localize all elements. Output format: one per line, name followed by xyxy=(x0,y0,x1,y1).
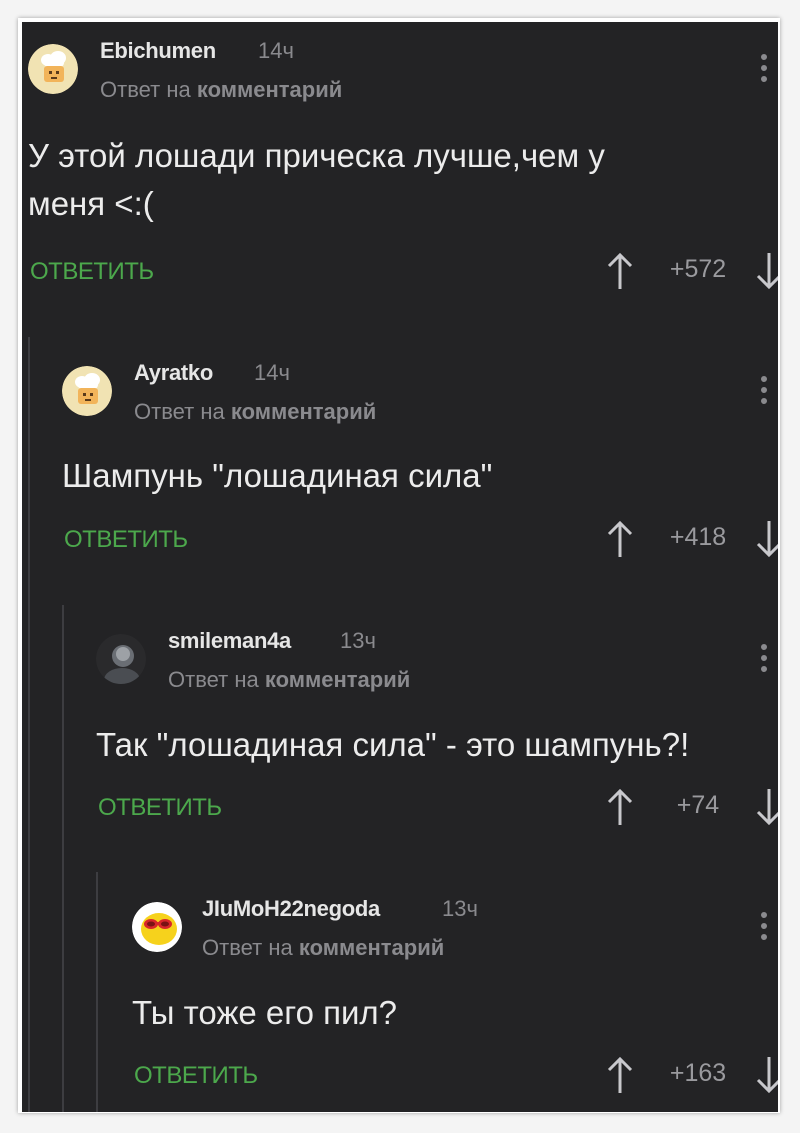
downvote-arrow-icon[interactable] xyxy=(756,787,778,827)
reply-context-prefix: Ответ на xyxy=(100,77,191,102)
vote-control: +163 xyxy=(607,1055,778,1095)
reply-context[interactable]: Ответ на комментарий xyxy=(202,935,444,961)
username[interactable]: smileman4a xyxy=(168,628,291,654)
reply-button[interactable]: ОТВЕТИТЬ xyxy=(64,526,188,554)
comment-text: Так "лошадиная сила" - это шампунь?! xyxy=(96,721,689,769)
comment-thread: Ebichumen 14ч Ответ на комментарий У это… xyxy=(22,22,778,1112)
comment-text-line: Так "лошадиная сила" - это шампунь?! xyxy=(96,726,690,763)
vote-score: +418 xyxy=(669,523,727,551)
reply-context-target: комментарий xyxy=(264,667,411,692)
vote-score: +74 xyxy=(676,791,720,819)
comment-text-line: У этой лошади прическа лучше,чем у xyxy=(28,137,605,174)
upvote-arrow-icon[interactable] xyxy=(607,787,633,827)
reply-context-target: комментарий xyxy=(196,77,343,102)
reply-context[interactable]: Ответ на комментарий xyxy=(100,77,342,103)
comment-text: Шампунь "лошадиная сила" xyxy=(62,452,492,500)
downvote-arrow-icon[interactable] xyxy=(756,251,778,291)
lemon-sunglasses-avatar[interactable] xyxy=(132,902,182,952)
reply-context-prefix: Ответ на xyxy=(202,935,293,960)
vote-control: +74 xyxy=(607,787,778,827)
reply-context-target: комментарий xyxy=(298,935,445,960)
comment-text-line: Шампунь "лошадиная сила" xyxy=(62,457,493,494)
reply-button[interactable]: ОТВЕТИТЬ xyxy=(134,1062,258,1090)
chef-hat-avatar[interactable] xyxy=(28,44,78,94)
comment-text: У этой лошади прическа лучше,чем у меня … xyxy=(28,132,605,228)
upvote-arrow-icon[interactable] xyxy=(607,1055,633,1095)
chef-hat-avatar[interactable] xyxy=(62,366,112,416)
upvote-arrow-icon[interactable] xyxy=(607,519,633,559)
reply-context-prefix: Ответ на xyxy=(168,667,259,692)
more-menu-icon[interactable] xyxy=(754,50,774,86)
comment-text-line: Ты тоже его пил? xyxy=(132,994,398,1031)
comment-text-line: меня <:( xyxy=(28,185,154,222)
username[interactable]: Ebichumen xyxy=(100,38,216,64)
reply-button[interactable]: ОТВЕТИТЬ xyxy=(30,258,154,286)
thread-line xyxy=(96,872,98,1112)
vote-control: +418 xyxy=(607,519,778,559)
comment-text: Ты тоже его пил? xyxy=(132,989,397,1037)
reply-context-target: комментарий xyxy=(230,399,377,424)
timestamp: 14ч xyxy=(254,360,290,385)
downvote-arrow-icon[interactable] xyxy=(756,1055,778,1095)
username[interactable]: Ayratko xyxy=(134,360,213,386)
vote-score: +572 xyxy=(669,255,727,283)
thread-line xyxy=(28,337,30,1112)
vote-score: +163 xyxy=(669,1059,727,1087)
reply-context[interactable]: Ответ на комментарий xyxy=(134,399,376,425)
downvote-arrow-icon[interactable] xyxy=(756,519,778,559)
thread-line xyxy=(62,605,64,1112)
vote-control: +572 xyxy=(607,251,778,291)
timestamp: 14ч xyxy=(258,38,294,63)
upvote-arrow-icon[interactable] xyxy=(607,251,633,291)
photo-avatar[interactable] xyxy=(96,634,146,684)
username[interactable]: JIuMoH22negoda xyxy=(202,896,380,922)
reply-button[interactable]: ОТВЕТИТЬ xyxy=(98,794,222,822)
timestamp: 13ч xyxy=(442,896,478,921)
more-menu-icon[interactable] xyxy=(754,908,774,944)
timestamp: 13ч xyxy=(340,628,376,653)
reply-context[interactable]: Ответ на комментарий xyxy=(168,667,410,693)
reply-context-prefix: Ответ на xyxy=(134,399,225,424)
more-menu-icon[interactable] xyxy=(754,372,774,408)
more-menu-icon[interactable] xyxy=(754,640,774,676)
